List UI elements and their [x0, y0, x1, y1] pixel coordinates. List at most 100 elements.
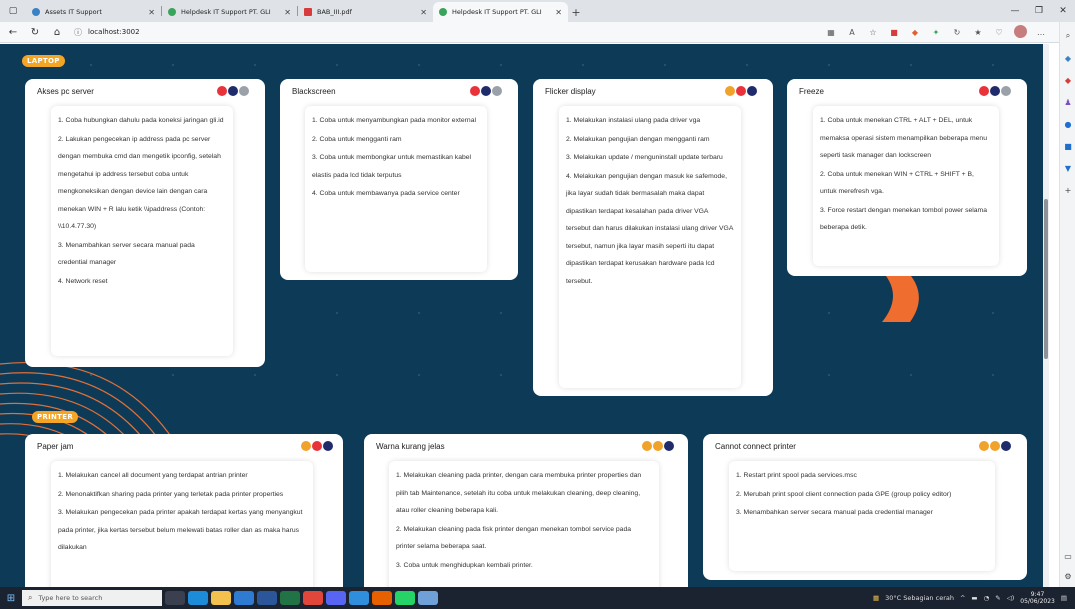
- games-icon[interactable]: ●: [1062, 118, 1074, 130]
- page-scrollbar[interactable]: [1043, 44, 1049, 587]
- minimize-icon[interactable]: —: [1003, 0, 1027, 22]
- vscode-icon[interactable]: [349, 591, 369, 605]
- weather-icon[interactable]: ▦: [873, 594, 879, 602]
- status-dot-icon: [1001, 86, 1011, 96]
- pdf-icon: [304, 8, 312, 16]
- status-dot-icon: [239, 86, 249, 96]
- step-text: 3. Force restart dengan menekan tombol p…: [820, 206, 987, 232]
- settings-icon[interactable]: ⚙: [1062, 570, 1074, 582]
- file-explorer-icon[interactable]: [211, 591, 231, 605]
- excel-icon[interactable]: [280, 591, 300, 605]
- tab-helpdesk-1[interactable]: Helpdesk IT Support PT. GLI ✕: [162, 2, 297, 22]
- card-title: Blackscreen: [292, 87, 336, 96]
- step-text: 4. Network reset: [58, 277, 108, 285]
- windows-start-icon[interactable]: ⊞: [0, 587, 22, 609]
- favorites-icon[interactable]: ★: [971, 28, 985, 37]
- section-label-printer: PRINTER: [32, 411, 79, 423]
- windows-taskbar: ⊞ ⌕ Type here to search ▦ 30°C Sebagian …: [0, 587, 1075, 609]
- card-title: Cannot connect printer: [715, 442, 796, 451]
- status-dot-icon: [1001, 441, 1011, 451]
- step-text: 3. Menambahkan server secara manual pada…: [58, 241, 195, 267]
- search-icon[interactable]: ⌕: [1062, 30, 1074, 42]
- battery-icon[interactable]: ▬: [971, 594, 977, 602]
- tab-favicon-icon: [32, 8, 40, 16]
- search-icon: ⌕: [28, 593, 33, 602]
- tools-icon[interactable]: ♟: [1062, 96, 1074, 108]
- step-text: 1. Coba untuk menekan CTRL + ALT + DEL, …: [820, 117, 987, 159]
- office-icon[interactable]: ■: [1062, 140, 1074, 152]
- discord-icon[interactable]: [326, 591, 346, 605]
- refresh-extension-icon[interactable]: ↻: [950, 28, 964, 37]
- tab-close-icon[interactable]: ✕: [148, 8, 155, 17]
- edge-icon[interactable]: [188, 591, 208, 605]
- store-icon[interactable]: [234, 591, 254, 605]
- card-steps: 1. Melakukan cleaning pada printer, deng…: [389, 461, 659, 587]
- whatsapp-icon[interactable]: [395, 591, 415, 605]
- refresh-icon[interactable]: ↻: [26, 23, 44, 41]
- scrollbar-thumb[interactable]: [1044, 199, 1048, 359]
- tab-title: Helpdesk IT Support PT. GLI: [181, 8, 271, 16]
- tab-title: BAB_III.pdf: [317, 8, 352, 16]
- tab-assets[interactable]: Assets IT Support ✕: [26, 2, 161, 22]
- step-text: 1. Melakukan instalasi ulang pada driver…: [566, 117, 701, 124]
- weather-text[interactable]: 30°C Sebagian cerah: [885, 594, 954, 602]
- tab-actions-icon[interactable]: ▢: [0, 0, 26, 22]
- chrome-icon[interactable]: [303, 591, 323, 605]
- tray-chevron-icon[interactable]: ^: [960, 594, 965, 602]
- app-available-icon[interactable]: ▦: [824, 28, 838, 37]
- add-icon[interactable]: +: [1062, 184, 1074, 196]
- tag-icon[interactable]: ◆: [1062, 52, 1074, 64]
- volume-icon[interactable]: ◁): [1007, 594, 1015, 602]
- sidebar-layout-icon[interactable]: ▭: [1062, 550, 1074, 562]
- close-window-icon[interactable]: ✕: [1051, 0, 1075, 22]
- extension-icon[interactable]: ■: [887, 28, 901, 37]
- tab-bab-pdf[interactable]: BAB_III.pdf ✕: [298, 2, 433, 22]
- new-tab-button[interactable]: +: [568, 2, 584, 22]
- clock[interactable]: 9:47 05/06/2023: [1020, 591, 1055, 605]
- home-icon[interactable]: ⌂: [48, 23, 66, 41]
- more-menu-icon[interactable]: …: [1034, 28, 1048, 37]
- app-icon[interactable]: [418, 591, 438, 605]
- step-text: 3. Menambahkan server secara manual pada…: [736, 509, 933, 516]
- tab-close-icon[interactable]: ✕: [420, 8, 427, 17]
- step-text: 2. Coba untuk menekan WIN + CTRL + SHIFT…: [820, 170, 974, 196]
- url-field[interactable]: ⓘ localhost:3002: [74, 27, 140, 38]
- status-dot-icon: [725, 86, 735, 96]
- pen-icon[interactable]: ✎: [995, 594, 1000, 602]
- tab-favicon-icon: [168, 8, 176, 16]
- card-steps: 1. Melakukan instalasi ulang pada driver…: [559, 106, 741, 388]
- profile-avatar[interactable]: [1013, 25, 1027, 40]
- edge-sidebar: ⌕ ◆ ◆ ♟ ● ■ ▼ + ▭ ⚙: [1059, 22, 1075, 587]
- card-steps: 1. Restart print spool pada services.msc…: [729, 461, 995, 571]
- extension-icon[interactable]: ◆: [908, 28, 922, 37]
- tab-close-icon[interactable]: ✕: [284, 8, 291, 17]
- step-text: 1. Melakukan cancel all document yang te…: [58, 472, 248, 479]
- card-freeze: Freeze 1. Coba untuk menekan CTRL + ALT …: [787, 79, 1027, 276]
- tab-close-icon[interactable]: ✕: [555, 8, 562, 17]
- site-info-icon[interactable]: ⓘ: [74, 27, 82, 38]
- network-icon[interactable]: ◔: [984, 594, 990, 602]
- extension-icon[interactable]: ✦: [929, 28, 943, 37]
- browser-tab-bar: ▢ Assets IT Support ✕ Helpdesk IT Suppor…: [0, 0, 1075, 22]
- restore-icon[interactable]: ❐: [1027, 0, 1051, 22]
- outlook-icon[interactable]: ▼: [1062, 162, 1074, 174]
- status-dot-icon: [990, 441, 1000, 451]
- notification-icon[interactable]: ▤: [1061, 594, 1067, 602]
- task-view-icon[interactable]: [165, 591, 185, 605]
- collections-icon[interactable]: ♡: [992, 28, 1006, 37]
- word-icon[interactable]: [257, 591, 277, 605]
- tab-helpdesk-active[interactable]: Helpdesk IT Support PT. GLI ✕: [433, 2, 568, 22]
- back-icon[interactable]: ←: [4, 23, 22, 41]
- shopping-icon[interactable]: ◆: [1062, 74, 1074, 86]
- status-dot-icon: [664, 441, 674, 451]
- search-placeholder: Type here to search: [38, 594, 103, 602]
- step-text: 1. Melakukan cleaning pada printer, deng…: [396, 472, 642, 514]
- url-text: localhost:3002: [88, 28, 140, 36]
- tab-title: Helpdesk IT Support PT. GLI: [452, 8, 542, 16]
- card-cannot-connect-printer: Cannot connect printer 1. Restart print …: [703, 434, 1027, 580]
- read-aloud-icon[interactable]: A: [845, 28, 859, 37]
- taskbar-search-input[interactable]: ⌕ Type here to search: [22, 590, 162, 606]
- card-steps: 1. Coba untuk menyambungkan pada monitor…: [305, 106, 487, 272]
- firefox-icon[interactable]: [372, 591, 392, 605]
- favorite-star-icon[interactable]: ☆: [866, 28, 880, 37]
